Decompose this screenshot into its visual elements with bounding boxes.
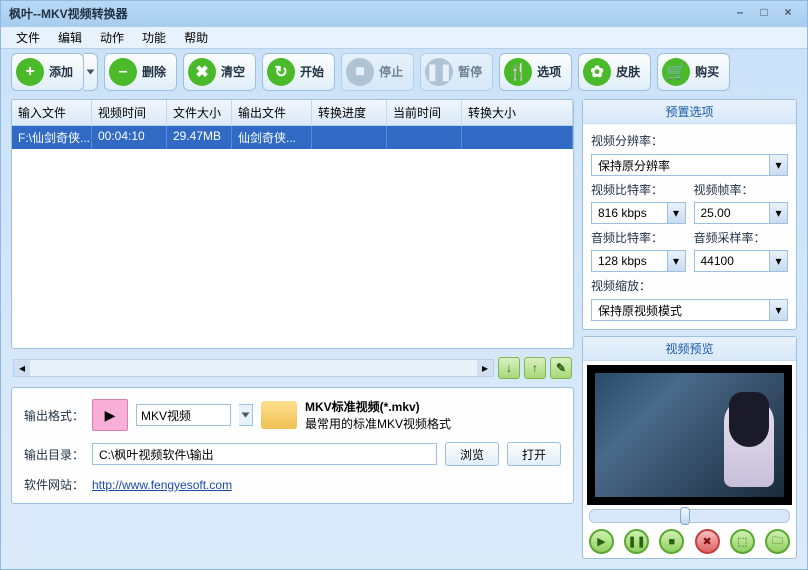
pause-preview-button[interactable]: ❚❚	[624, 529, 649, 554]
audio-bitrate-select[interactable]: 128 kbps▾	[591, 250, 686, 272]
format-label: 输出格式：	[24, 407, 84, 424]
add-dropdown[interactable]	[84, 53, 98, 91]
menubar: 文件 编辑 动作 功能 帮助	[1, 27, 807, 49]
fps-label: 视频帧率：	[694, 181, 789, 198]
audio-bitrate-label: 音频比特率：	[591, 229, 686, 246]
resolution-label: 视频分辨率：	[591, 132, 788, 149]
horizontal-scrollbar[interactable]: ◂ ▸	[13, 359, 494, 377]
chevron-down-icon[interactable]: ▾	[769, 155, 787, 175]
col-duration[interactable]: 视频时间	[92, 100, 167, 125]
preview-panel: 视频预览 ▶ ❚❚ ■ ✖ ⬚ 🗀	[582, 336, 797, 559]
folder-icon	[261, 401, 297, 429]
app-title: 枫叶--MKV视频转换器	[9, 5, 128, 22]
menu-edit[interactable]: 编辑	[49, 27, 91, 48]
preview-title: 视频预览	[583, 337, 796, 361]
snapshot-button[interactable]: ⬚	[730, 529, 755, 554]
grid-footer: ◂ ▸ ↓ ↑ ✎	[11, 355, 574, 381]
format-icon: ▶	[92, 399, 128, 431]
col-progress[interactable]: 转换进度	[312, 100, 387, 125]
website-link[interactable]: http://www.fengyesoft.com	[92, 478, 232, 492]
pause-button[interactable]: ❚❚暂停	[420, 53, 493, 91]
format-select[interactable]: MKV视频	[136, 404, 231, 426]
table-row[interactable]: F:\仙剑奇侠... 00:04:10 29.47MB 仙剑奇侠...	[12, 126, 573, 149]
close-button[interactable]: ×	[777, 5, 799, 23]
app-window: 枫叶--MKV视频转换器 – □ × 文件 编辑 动作 功能 帮助 +添加 –删…	[0, 0, 808, 570]
edit-button[interactable]: ✎	[550, 357, 572, 379]
menu-help[interactable]: 帮助	[175, 27, 217, 48]
clear-button[interactable]: ✖清空	[183, 53, 256, 91]
scroll-right-icon[interactable]: ▸	[477, 360, 493, 376]
col-time[interactable]: 当前时间	[387, 100, 462, 125]
preview-image	[595, 373, 784, 497]
play-button[interactable]: ▶	[589, 529, 614, 554]
skin-button[interactable]: ✿皮肤	[578, 53, 651, 91]
fps-select[interactable]: 25.00▾	[694, 202, 789, 224]
video-bitrate-select[interactable]: 816 kbps▾	[591, 202, 686, 224]
move-up-button[interactable]: ↑	[524, 357, 546, 379]
scroll-left-icon[interactable]: ◂	[14, 360, 30, 376]
browse-button[interactable]: 浏览	[445, 442, 499, 466]
cancel-preview-button[interactable]: ✖	[695, 529, 720, 554]
titlebar: 枫叶--MKV视频转换器 – □ ×	[1, 1, 807, 27]
stop-preview-button[interactable]: ■	[659, 529, 684, 554]
chevron-down-icon[interactable]: ▾	[769, 251, 787, 271]
toolbar: +添加 –删除 ✖清空 ↻开始 ■停止 ❚❚暂停 🍴选项 ✿皮肤 🛒购买	[1, 49, 807, 95]
col-input[interactable]: 输入文件	[12, 100, 92, 125]
seek-slider[interactable]	[589, 509, 790, 523]
output-dir-input[interactable]	[92, 443, 437, 465]
slider-thumb[interactable]	[680, 507, 690, 525]
chevron-down-icon[interactable]: ▾	[667, 251, 685, 271]
grid-body[interactable]: F:\仙剑奇侠... 00:04:10 29.47MB 仙剑奇侠...	[12, 126, 573, 348]
scale-label: 视频缩放：	[591, 277, 788, 294]
col-output[interactable]: 输出文件	[232, 100, 312, 125]
resolution-select[interactable]: 保持原分辨率▾	[591, 154, 788, 176]
sample-rate-select[interactable]: 44100▾	[694, 250, 789, 272]
delete-button[interactable]: –删除	[104, 53, 177, 91]
minimize-button[interactable]: –	[729, 5, 751, 23]
presets-title: 预置选项	[583, 100, 796, 124]
chevron-down-icon[interactable]: ▾	[667, 203, 685, 223]
chevron-down-icon[interactable]: ▾	[769, 300, 787, 320]
options-button[interactable]: 🍴选项	[499, 53, 572, 91]
scale-select[interactable]: 保持原视频模式▾	[591, 299, 788, 321]
move-down-button[interactable]: ↓	[498, 357, 520, 379]
add-button[interactable]: +添加	[11, 53, 84, 91]
stop-button[interactable]: ■停止	[341, 53, 414, 91]
buy-button[interactable]: 🛒购买	[657, 53, 730, 91]
site-label: 软件网站：	[24, 476, 84, 493]
video-bitrate-label: 视频比特率：	[591, 181, 686, 198]
dir-label: 输出目录：	[24, 446, 84, 463]
sample-rate-label: 音频采样率：	[694, 229, 789, 246]
presets-panel: 预置选项 视频分辨率： 保持原分辨率▾ 视频比特率： 816 kbps▾ 视频帧…	[582, 99, 797, 330]
folder-preview-button[interactable]: 🗀	[765, 529, 790, 554]
format-dropdown[interactable]	[239, 404, 253, 426]
file-grid: 输入文件 视频时间 文件大小 输出文件 转换进度 当前时间 转换大小 F:\仙剑…	[11, 99, 574, 349]
menu-file[interactable]: 文件	[7, 27, 49, 48]
preview-viewport	[587, 365, 792, 505]
chevron-down-icon[interactable]: ▾	[769, 203, 787, 223]
grid-header: 输入文件 视频时间 文件大小 输出文件 转换进度 当前时间 转换大小	[12, 100, 573, 126]
menu-function[interactable]: 功能	[133, 27, 175, 48]
maximize-button[interactable]: □	[753, 5, 775, 23]
menu-action[interactable]: 动作	[91, 27, 133, 48]
format-title: MKV标准视频(*.mkv)	[305, 398, 451, 415]
format-desc: 最常用的标准MKV视频格式	[305, 415, 451, 432]
output-panel: 输出格式： ▶ MKV视频 MKV标准视频(*.mkv) 最常用的标准MKV视频…	[11, 387, 574, 504]
open-button[interactable]: 打开	[507, 442, 561, 466]
start-button[interactable]: ↻开始	[262, 53, 335, 91]
col-size[interactable]: 文件大小	[167, 100, 232, 125]
col-outsize[interactable]: 转换大小	[462, 100, 573, 125]
